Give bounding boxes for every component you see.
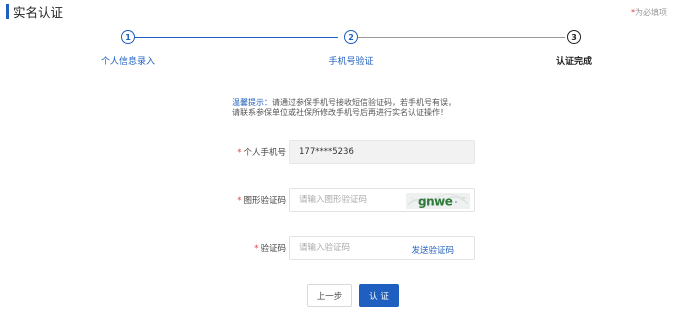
phone-value: 177****5236 (299, 147, 354, 157)
phone-field: 177****5236 (289, 140, 475, 164)
sms-code-label: * 验证码 (254, 242, 286, 254)
captcha-input[interactable] (299, 195, 409, 205)
sms-code-label-text: 验证码 (260, 244, 286, 254)
step-3-label: 认证完成 (555, 57, 593, 67)
captcha-field[interactable]: gnwe (289, 188, 475, 212)
captcha-label: * 图形验证码 (237, 194, 286, 206)
captcha-row: *图形验证码 gnwe (0, 188, 674, 212)
phone-label-text: 个人手机号 (243, 148, 286, 158)
step-1-label: 个人信息录入 (100, 57, 156, 67)
verify-button[interactable]: 认 证 (359, 284, 399, 307)
page-header: 实名认证 (6, 4, 64, 20)
sms-code-row: *验证码 发送验证码 (0, 236, 674, 260)
required-star-icon: * (237, 148, 242, 158)
page-title: 实名认证 (13, 5, 64, 20)
send-code-link[interactable]: 发送验证码 (411, 244, 454, 256)
tip-line-2: 请联系参保单位或社保所修改手机号后再进行实名认证操作！ (232, 108, 448, 117)
title-accent-bar (6, 4, 9, 19)
captcha-image[interactable]: gnwe (406, 193, 470, 209)
sms-code-field[interactable]: 发送验证码 (289, 236, 475, 260)
required-star-icon: * (237, 196, 242, 206)
tip-line-1: 请通过参保手机号接收短信验证码，若手机号有误， (272, 98, 456, 107)
step-connector-2 (358, 37, 565, 38)
step-3-number: 3 (567, 30, 581, 44)
captcha-text: gnwe (418, 195, 453, 209)
captcha-graphic: gnwe (406, 193, 470, 209)
phone-label: * 个人手机号 (237, 146, 286, 158)
phone-row: * 个人手机号 177****5236 (0, 140, 674, 164)
captcha-label-text: 图形验证码 (243, 196, 286, 206)
required-star-icon: * (254, 244, 259, 254)
prev-step-button[interactable]: 上一步 (307, 284, 352, 307)
step-2-label: 手机号验证 (328, 57, 374, 67)
step-1-number: 1 (121, 30, 135, 44)
required-note-text: 为必填项 (635, 8, 667, 17)
step-2-number: 2 (344, 30, 358, 44)
progress-stepper: 1 个人信息录入 2 手机号验证 3 认证完成 (0, 30, 674, 70)
tip-label: 温馨提示： (232, 98, 272, 107)
sms-code-input[interactable] (299, 243, 409, 253)
required-note: *为必填项 (631, 7, 667, 18)
notice-tip: 温馨提示：请通过参保手机号接收短信验证码，若手机号有误， 请联系参保单位或社保所… (232, 98, 492, 118)
step-connector-1 (128, 37, 338, 38)
